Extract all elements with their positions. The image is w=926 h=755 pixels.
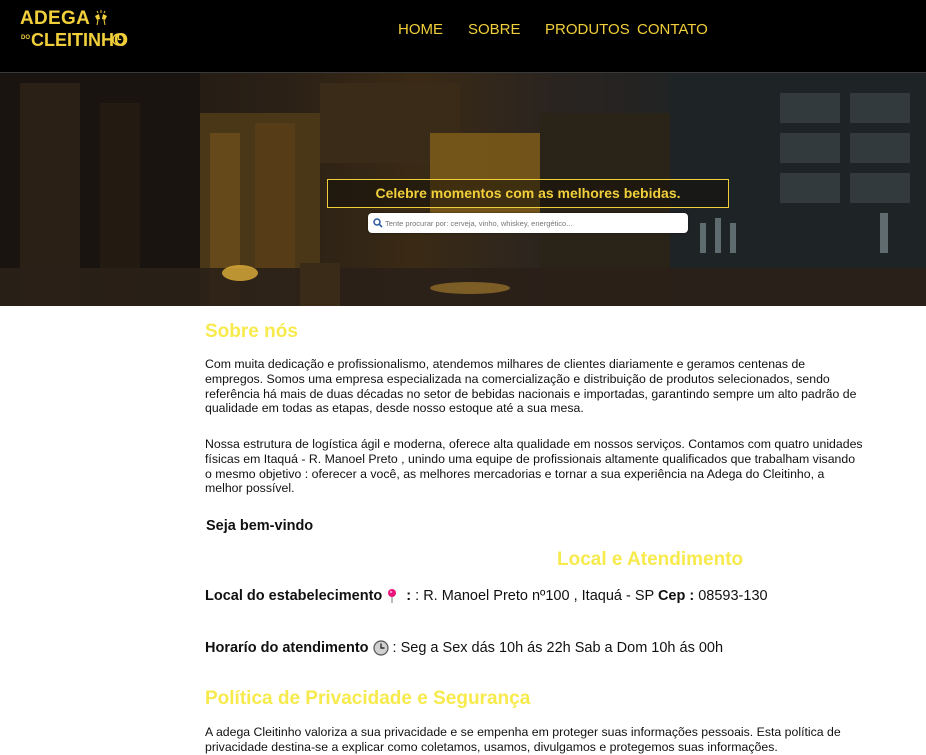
hours-line: Horarío do atendimento : Seg a Sex dás 1… — [205, 640, 723, 656]
clock-icon — [112, 33, 125, 46]
privacy-paragraph: A adega Cleitinho valoriza a sua privaci… — [205, 725, 841, 754]
nav-produtos[interactable]: PRODUTOS — [545, 21, 630, 39]
top-navbar: ADEGA DO CLEITINHO HOME SOBRE PRODUTOS C… — [0, 0, 926, 73]
privacy-title: Política de Privacidade e Segurança — [205, 688, 531, 709]
about-paragraph-2: Nossa estrutura de logística ágil e mode… — [205, 437, 863, 496]
logo[interactable]: ADEGA DO CLEITINHO — [20, 9, 130, 51]
welcome-text: Seja bem-vindo — [206, 518, 314, 534]
search-box[interactable] — [368, 213, 688, 233]
logo-text-top: ADEGA — [20, 8, 91, 29]
hero-tagline: Celebre momentos com as melhores bebidas… — [327, 179, 729, 208]
hero-banner: Celebre momentos com as melhores bebidas… — [0, 73, 926, 306]
about-title: Sobre nós — [205, 321, 298, 342]
cep-value: 08593-130 — [698, 588, 768, 604]
address-label: Local do estabelecimento — [205, 588, 383, 604]
search-input[interactable] — [385, 215, 681, 231]
nav-home[interactable]: HOME — [398, 21, 443, 39]
search-icon — [373, 218, 383, 228]
glasses-icon — [95, 10, 107, 26]
hours-value: : Seg a Sex dás 10h ás 22h Sab a Dom 10h… — [392, 640, 724, 656]
location-title: Local e Atendimento — [557, 549, 744, 570]
clock-icon — [372, 640, 389, 656]
address-line: Local do estabelecimento : : R. Manoel P… — [205, 588, 768, 604]
cep-label: Cep : — [657, 588, 695, 604]
logo-text-do: DO — [21, 35, 30, 41]
hours-label: Horarío do atendimento — [205, 640, 369, 656]
address-value: : R. Manoel Preto nº100 , Itaquá - SP — [415, 588, 654, 604]
pin-icon — [388, 589, 397, 604]
nav-contato[interactable]: CONTATO — [637, 21, 708, 39]
about-paragraph-1: Com muita dedicação e profissionalismo, … — [205, 357, 857, 416]
nav-sobre[interactable]: SOBRE — [468, 21, 521, 39]
